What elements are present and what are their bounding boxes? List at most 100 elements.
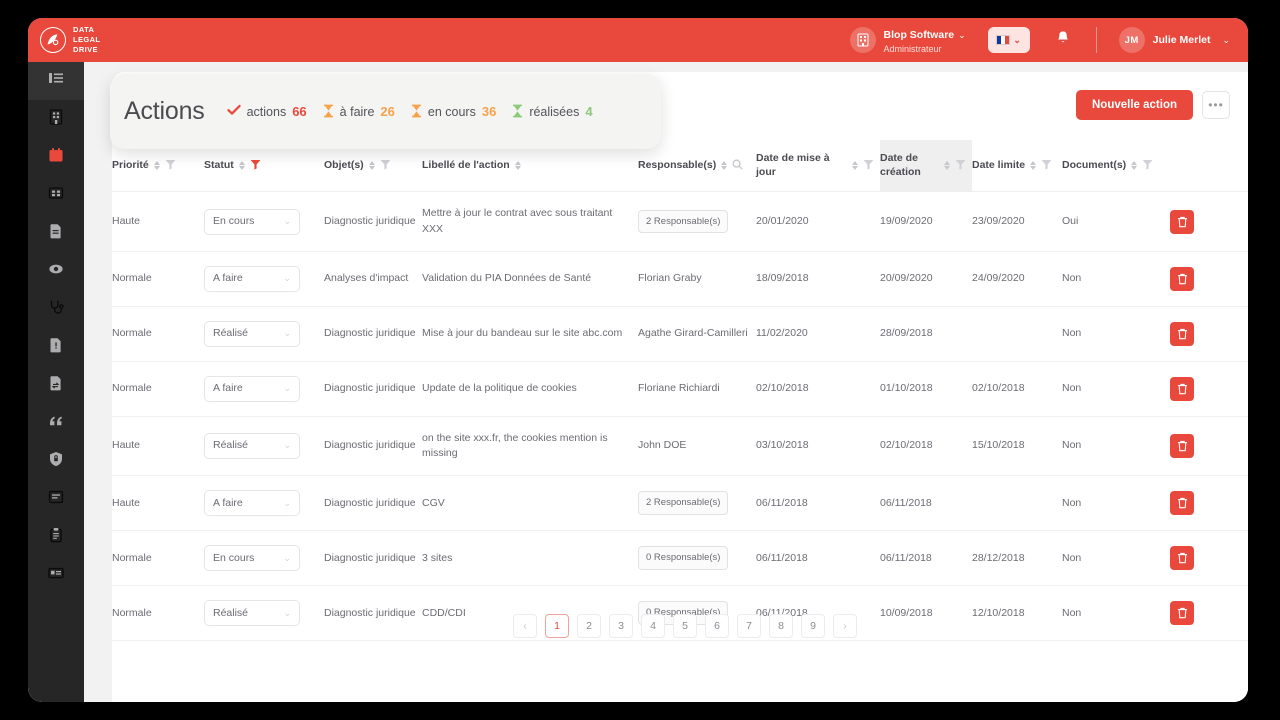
sidebar-item-1[interactable] xyxy=(28,100,84,138)
pagination-prev[interactable]: ‹ xyxy=(513,614,537,638)
table-row[interactable]: Haute A faire ⌄ Diagnostic juridique CGV 2 Re… xyxy=(112,475,1248,532)
table-row[interactable]: Haute Réalisé ⌄ Diagnostic juridique on the … xyxy=(112,416,1248,477)
cell-statut: En cours ⌄ xyxy=(204,530,324,587)
date-maj-value: 06/11/2018 xyxy=(756,551,808,564)
sidebar-item-8[interactable] xyxy=(28,366,84,404)
date-maj-value: 02/10/2018 xyxy=(756,382,809,395)
quote-icon xyxy=(48,413,64,434)
file-alert-icon xyxy=(48,337,64,358)
pagination-page-8[interactable]: 8 xyxy=(769,614,793,638)
pagination-next[interactable]: › xyxy=(833,614,857,638)
filter-icon[interactable] xyxy=(250,159,261,173)
bell-icon[interactable] xyxy=(1056,30,1070,51)
delete-row-button[interactable] xyxy=(1170,376,1194,401)
filter-icon[interactable] xyxy=(863,159,874,173)
sort-icon[interactable] xyxy=(852,161,858,171)
brand-logo[interactable]: DATA LEGAL DRIVE xyxy=(28,25,148,55)
sidebar-item-11[interactable] xyxy=(28,480,84,518)
book-icon xyxy=(48,489,64,510)
filter-icon[interactable] xyxy=(1142,159,1153,173)
cell-libelle: CGV xyxy=(422,475,638,532)
sidebar-item-12[interactable] xyxy=(28,518,84,556)
filter-icon[interactable] xyxy=(955,159,966,173)
sort-icon[interactable] xyxy=(153,161,160,171)
pagination-page-6[interactable]: 6 xyxy=(705,614,729,638)
sort-icon[interactable] xyxy=(368,161,375,171)
sidebar-item-7[interactable] xyxy=(28,328,84,366)
stat-label: à faire xyxy=(339,104,375,119)
sidebar-item-4[interactable] xyxy=(28,214,84,252)
sidebar-item-9[interactable] xyxy=(28,404,84,442)
cell-responsables: 2 Responsable(s) xyxy=(638,191,756,252)
sort-icon[interactable] xyxy=(1131,161,1138,171)
column-header-creation[interactable]: Date de création xyxy=(880,140,972,193)
table-row[interactable]: Haute En cours ⌄ Diagnostic juridique Mettre… xyxy=(112,191,1248,252)
sidebar-item-2[interactable] xyxy=(28,138,84,176)
pagination-page-7[interactable]: 7 xyxy=(737,614,761,638)
user-menu[interactable]: JM Julie Merlet ⌄ xyxy=(1118,27,1248,53)
sidebar-item-13[interactable] xyxy=(28,556,84,594)
delete-row-button[interactable] xyxy=(1170,491,1194,516)
responsables-chip[interactable]: 2 Responsable(s) xyxy=(638,209,729,234)
cell-libelle: Mise à jour du bandeau sur le site abc.c… xyxy=(422,306,638,362)
status-select[interactable]: En cours ⌄ xyxy=(204,208,300,235)
sort-icon[interactable] xyxy=(1030,161,1037,171)
pagination-page-4[interactable]: 4 xyxy=(641,614,665,638)
status-value: A faire xyxy=(213,272,243,285)
pagination-page-5[interactable]: 5 xyxy=(673,614,697,638)
pagination-page-9[interactable]: 9 xyxy=(801,614,825,638)
cell-date-creation: 28/09/2018 xyxy=(880,306,972,362)
sort-icon[interactable] xyxy=(721,161,728,171)
search-icon[interactable] xyxy=(732,159,743,173)
status-select[interactable]: A faire ⌄ xyxy=(204,490,300,517)
sidebar-item-6[interactable] xyxy=(28,290,84,328)
status-select[interactable]: Réalisé ⌄ xyxy=(204,320,300,347)
org-switcher[interactable]: Blop Software ⌄ Administrateur xyxy=(849,24,966,55)
column-header-label: Objet(s) xyxy=(324,158,364,171)
sidebar-item-10[interactable] xyxy=(28,442,84,480)
column-header-resp[interactable]: Responsable(s) xyxy=(638,140,756,193)
more-options-button[interactable]: ••• xyxy=(1202,91,1230,119)
pagination-page-1[interactable]: 1 xyxy=(545,614,569,638)
delete-row-button[interactable] xyxy=(1170,321,1194,346)
table-row[interactable]: Normale A faire ⌄ Analyses d'impact Validati… xyxy=(112,251,1248,307)
pagination-page-2[interactable]: 2 xyxy=(577,614,601,638)
responsables-chip[interactable]: 0 Responsable(s) xyxy=(638,546,729,571)
sort-icon[interactable] xyxy=(944,161,950,171)
delete-row-button[interactable] xyxy=(1170,209,1194,234)
filter-icon[interactable] xyxy=(165,159,176,173)
sort-icon[interactable] xyxy=(514,161,521,171)
status-value: En cours xyxy=(213,214,255,227)
status-select[interactable]: A faire ⌄ xyxy=(204,265,300,292)
delete-row-button[interactable] xyxy=(1170,266,1194,291)
column-header-actions[interactable] xyxy=(1170,140,1248,193)
table-row[interactable]: Normale A faire ⌄ Diagnostic juridique Updat… xyxy=(112,361,1248,417)
delete-row-button[interactable] xyxy=(1170,546,1194,571)
language-selector[interactable]: ⌄ xyxy=(987,27,1030,53)
cell-statut: En cours ⌄ xyxy=(204,191,324,252)
pagination-page-3[interactable]: 3 xyxy=(609,614,633,638)
sidebar-item-5[interactable] xyxy=(28,252,84,290)
new-action-button[interactable]: Nouvelle action xyxy=(1076,90,1193,120)
sidebar-item-0[interactable] xyxy=(28,62,84,100)
table-row[interactable]: Normale Réalisé ⌄ Diagnostic juridique Mise … xyxy=(112,306,1248,362)
logo-icon xyxy=(40,26,66,53)
sidebar-item-3[interactable] xyxy=(28,176,84,214)
column-header-document[interactable]: Document(s) xyxy=(1062,140,1170,193)
filter-icon[interactable] xyxy=(1041,159,1052,173)
responsables-chip[interactable]: 2 Responsable(s) xyxy=(638,491,729,516)
table-row[interactable]: Normale En cours ⌄ Diagnostic juridique 3 si… xyxy=(112,530,1248,587)
sort-icon[interactable] xyxy=(238,161,245,171)
delete-row-button[interactable] xyxy=(1170,433,1194,458)
cell-priorite: Normale xyxy=(112,306,204,362)
filter-icon[interactable] xyxy=(380,159,391,173)
stat-2: en cours 36 xyxy=(411,104,496,120)
column-header-limite[interactable]: Date limite xyxy=(972,140,1062,193)
cell-date-creation: 02/10/2018 xyxy=(880,416,972,477)
status-select[interactable]: A faire ⌄ xyxy=(204,375,300,402)
status-select[interactable]: Réalisé ⌄ xyxy=(204,432,300,459)
status-select[interactable]: En cours ⌄ xyxy=(204,545,300,572)
column-header-maj[interactable]: Date de mise à jour xyxy=(756,140,880,193)
eye-icon xyxy=(48,261,64,282)
lock-shield-icon xyxy=(48,451,64,472)
